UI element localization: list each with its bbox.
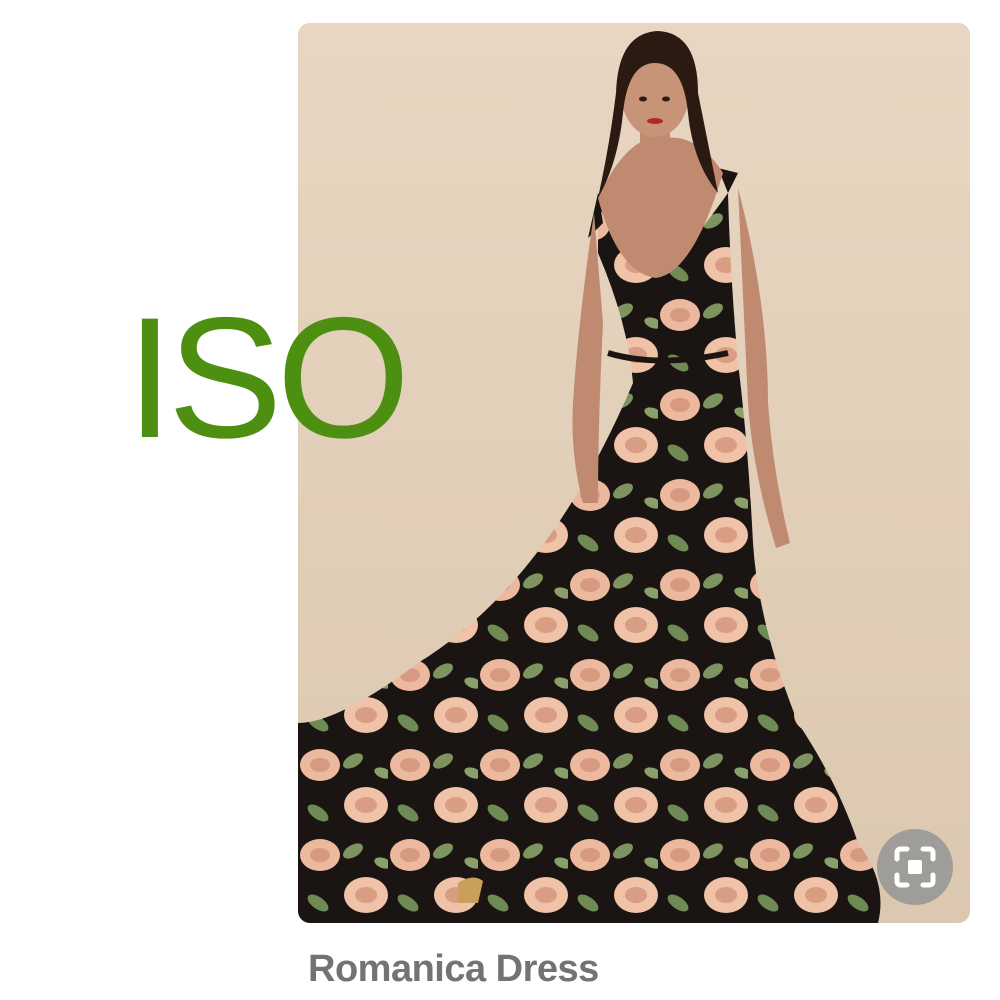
- page: ISO Romanica Dress: [0, 0, 1000, 1000]
- visual-search-button[interactable]: [877, 829, 953, 905]
- product-title[interactable]: Romanica Dress: [308, 950, 599, 988]
- visual-search-icon: [894, 846, 936, 888]
- iso-overlay-text: ISO: [126, 282, 410, 474]
